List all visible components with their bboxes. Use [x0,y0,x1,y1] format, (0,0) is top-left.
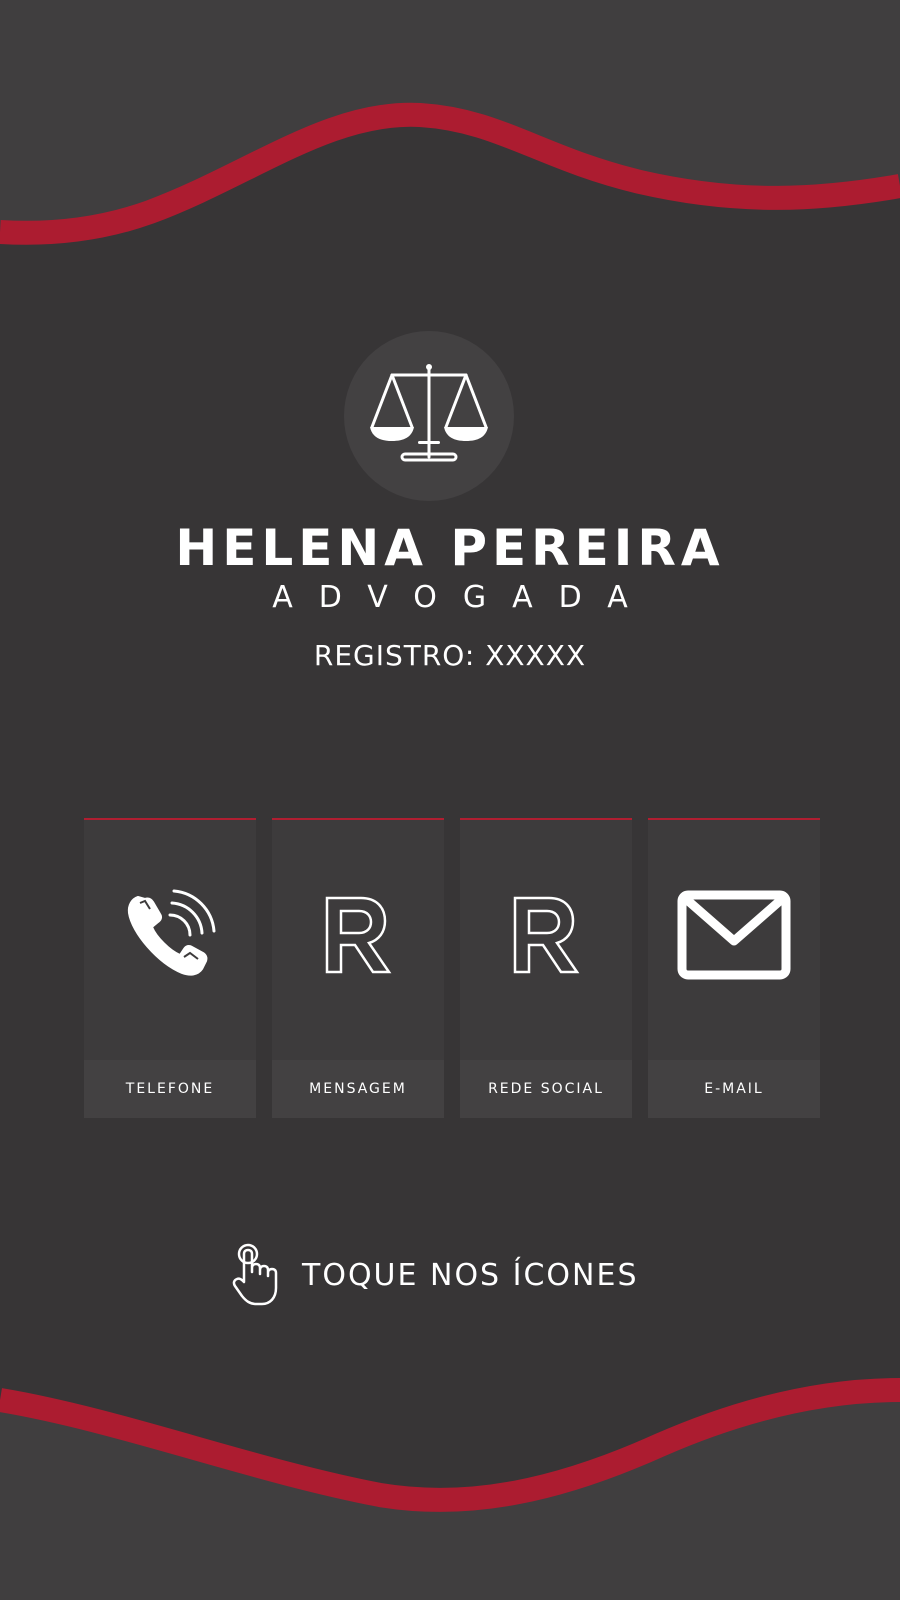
phone-icon [127,889,216,976]
letter-r-icon [513,896,580,974]
business-card-page: HELENA PEREIRA ADVOGADA REGISTRO: XXXXX … [0,0,900,1600]
cta-text: TOQUE NOS ÍCONES [302,1257,639,1293]
contact-tile-telefone[interactable]: TELEFONE [84,818,256,1118]
letter-r-icon [325,896,392,974]
top-wave-decoration [0,0,900,245]
hand-tap-icon [232,1243,278,1306]
logo-badge [344,331,514,501]
envelope-icon [677,890,791,980]
profile-role: ADVOGADA [272,580,654,615]
profile-name: HELENA PEREIRA [175,519,725,577]
contact-tiles: TELEFONE MENSAGEM REDE SOCIAL E-MAIL [84,818,820,1118]
scales-of-justice-icon [370,364,488,462]
contact-label: REDE SOCIAL [488,1081,604,1097]
tap-icons-hint: TOQUE NOS ÍCONES [232,1240,672,1310]
contact-label: MENSAGEM [309,1081,407,1097]
registration-number: REGISTRO: XXXXX [313,639,587,672]
contact-label: E-MAIL [704,1081,764,1097]
bottom-wave-decoration [0,1378,900,1600]
contact-tile-rede-social[interactable]: REDE SOCIAL [460,818,632,1118]
contact-label: TELEFONE [125,1081,215,1097]
contact-tile-email[interactable]: E-MAIL [648,818,820,1118]
contact-tile-mensagem[interactable]: MENSAGEM [272,818,444,1118]
